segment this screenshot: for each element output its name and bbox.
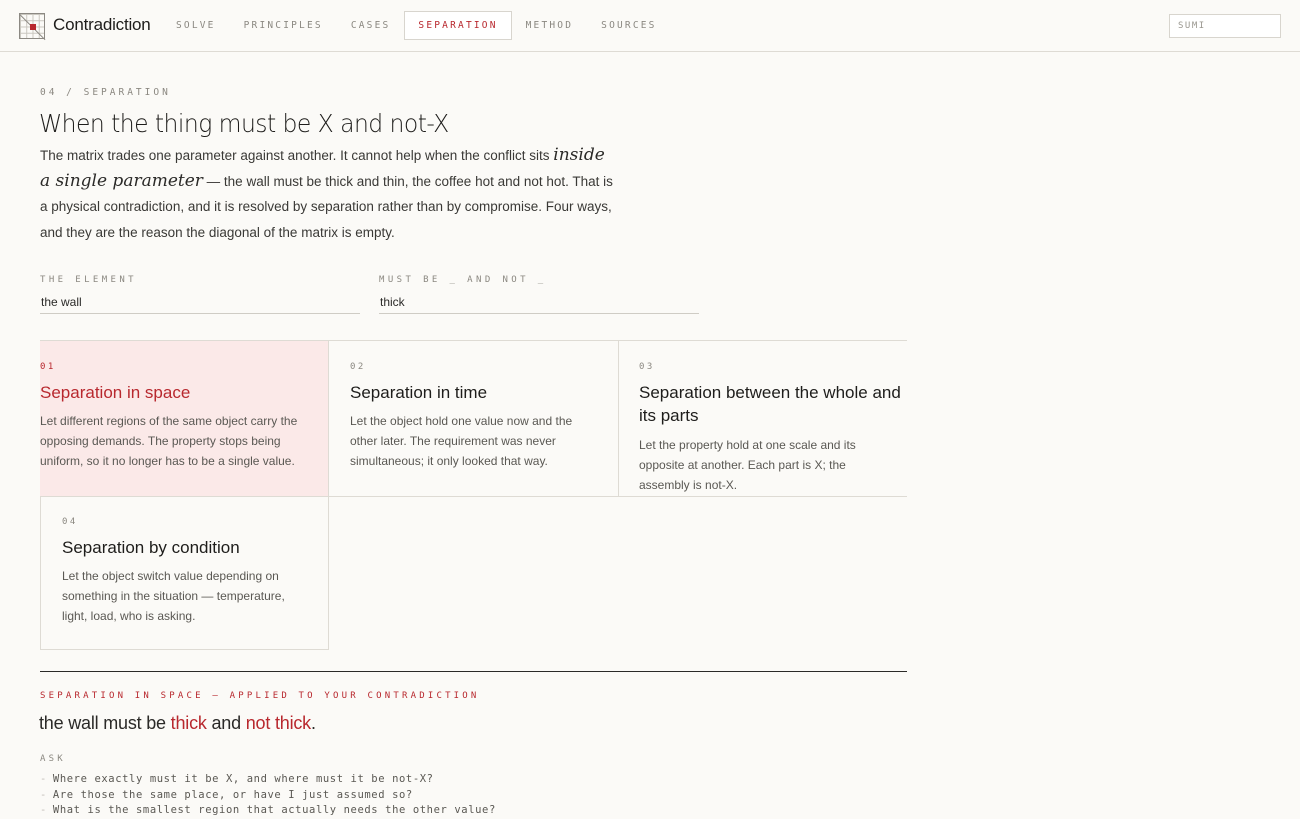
card-separation-whole-parts[interactable]: 03 Separation between the whole and its … [619, 341, 907, 497]
nav-solve[interactable]: SOLVE [162, 11, 230, 40]
property-field-label: MUST BE _ AND NOT _ [379, 275, 547, 285]
sentence-conjunction: and [206, 713, 246, 733]
element-field[interactable] [40, 290, 360, 314]
search-input[interactable] [1169, 14, 1281, 38]
brand-name[interactable]: Contradiction [53, 15, 151, 35]
nav-separation[interactable]: SEPARATION [404, 11, 512, 40]
list-item: - Where exactly must it be X, and where m… [40, 772, 496, 788]
list-item: - Are those the same place, or have I jus… [40, 788, 496, 804]
card-title: Separation in time [350, 383, 488, 402]
section-divider [40, 671, 907, 672]
card-separation-time[interactable]: 02 Separation in time Let the object hol… [329, 341, 619, 497]
nav-cases[interactable]: CASES [337, 11, 405, 40]
card-number: 04 [62, 517, 78, 527]
dash-icon: - [40, 788, 47, 801]
ask-label: ASK [40, 754, 66, 764]
list-item: - What is the smallest region that actual… [40, 803, 496, 819]
card-title: Separation by condition [62, 538, 240, 557]
card-number: 02 [350, 362, 366, 372]
top-bar: Contradiction SOLVE PRINCIPLES CASES SEP… [0, 0, 1300, 52]
nav-method[interactable]: METHOD [512, 11, 588, 40]
question-list: - Where exactly must it be X, and where m… [40, 772, 496, 819]
sentence-prefix: the wall must be [39, 713, 171, 733]
logo-dot [30, 24, 36, 30]
card-number: 03 [639, 362, 655, 372]
card-title: Separation between the whole and its par… [639, 383, 901, 425]
card-separation-condition[interactable]: 04 Separation by condition Let the objec… [40, 497, 329, 650]
dash-icon: - [40, 773, 47, 785]
card-body: Let the object hold one value now and th… [350, 414, 573, 468]
lead-text-start: The matrix trades one parameter against … [40, 148, 554, 163]
question-text: Where exactly must it be X, and where mu… [52, 773, 434, 785]
card-body: Let different regions of the same object… [40, 414, 298, 468]
question-text: What is the smallest region that actuall… [52, 804, 496, 816]
main-nav: SOLVE PRINCIPLES CASES SEPARATION METHOD… [162, 11, 671, 40]
dash-icon: - [40, 804, 47, 816]
card-number: 01 [40, 362, 56, 372]
nav-principles[interactable]: PRINCIPLES [230, 11, 337, 40]
breadcrumb: 04 / SEPARATION [40, 87, 171, 98]
sentence-negation: not thick [245, 713, 311, 733]
card-body: Let the object switch value depending on… [62, 569, 285, 623]
card-separation-space[interactable]: 01 Separation in space Let different reg… [40, 341, 329, 497]
card-body: Let the property hold at one scale and i… [639, 438, 856, 492]
sentence-property: thick [170, 713, 207, 733]
card-title: Separation in space [40, 383, 191, 402]
applied-heading: SEPARATION IN SPACE — APPLIED TO YOUR CO… [40, 691, 480, 701]
intro-paragraph: The matrix trades one parameter against … [40, 143, 620, 245]
question-text: Are those the same place, or have I just… [52, 788, 413, 801]
applied-sentence: the wall must be thick and not thick. [39, 713, 316, 734]
logo-icon[interactable] [19, 13, 45, 39]
nav-sources[interactable]: SOURCES [587, 11, 670, 40]
element-field-label: THE ELEMENT [40, 275, 138, 285]
property-field[interactable] [379, 290, 699, 314]
page-title: When the thing must be X and not-X [39, 109, 449, 138]
sentence-end: . [310, 713, 316, 733]
